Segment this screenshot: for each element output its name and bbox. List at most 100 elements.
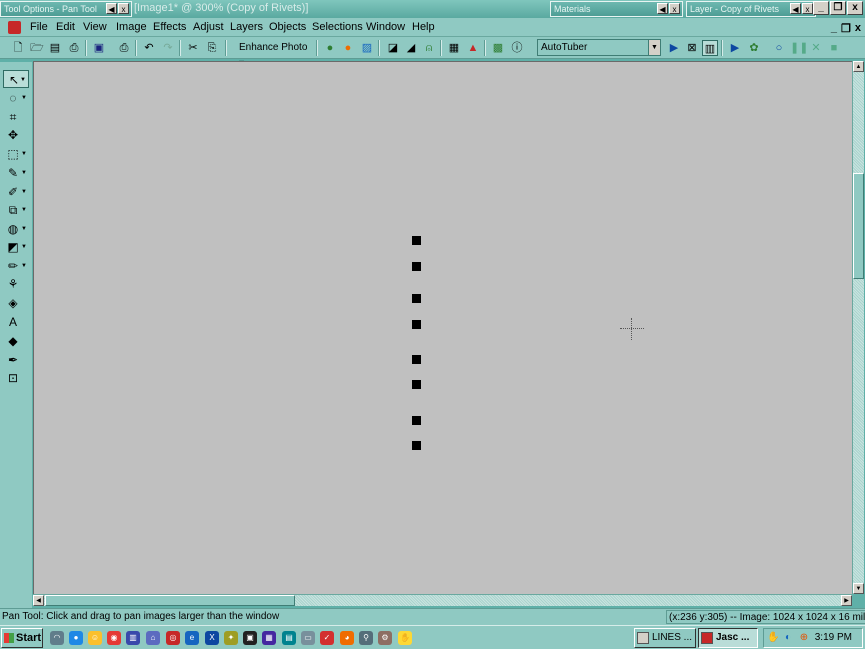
vertical-scroll-thumb[interactable]	[853, 173, 864, 279]
tool-options-palette-tab[interactable]: Tool Options - Pan Tool ◀ x	[0, 1, 132, 17]
taskbar-item-lines[interactable]: LINES ...	[634, 628, 696, 648]
contrast-icon[interactable]: ◢	[403, 40, 419, 56]
tool-dropper[interactable]: ✎ ▼	[3, 164, 29, 182]
tool-picture-tube[interactable]: ✏ ▼	[3, 257, 29, 275]
browse-icon[interactable]: ▤	[47, 40, 63, 56]
mdi-close-button[interactable]: x	[855, 22, 861, 35]
red-eye-icon[interactable]: ●	[340, 40, 356, 56]
restore-button[interactable]: ❐	[830, 1, 846, 15]
triangle-icon[interactable]: ▲	[465, 40, 481, 56]
tool-selection[interactable]: ⬚ ▼	[3, 145, 29, 163]
minimize-button[interactable]: _	[813, 1, 829, 15]
redo-icon[interactable]: ↷	[160, 40, 176, 56]
chart-icon[interactable]: ▥	[126, 631, 140, 645]
chevron-down-icon[interactable]: ▼	[21, 183, 27, 201]
chevron-down-icon[interactable]: ▼	[21, 220, 27, 238]
home-icon[interactable]: ⌂	[146, 631, 160, 645]
chevron-down-icon[interactable]: ▼	[648, 40, 660, 55]
hand-icon[interactable]: ✋	[398, 631, 412, 645]
horizontal-scroll-thumb[interactable]	[45, 595, 295, 606]
scroll-right-icon[interactable]: ▶	[841, 595, 852, 606]
start-button[interactable]: Start	[1, 628, 43, 648]
layer-palette-tab[interactable]: Layer - Copy of Rivets ◀ x	[686, 1, 816, 17]
palette-close-button[interactable]: x	[118, 3, 129, 14]
materials-palette-tab[interactable]: Materials ◀ x	[550, 1, 683, 17]
tool-color-replacer[interactable]: ⚘	[3, 275, 29, 293]
eye-icon[interactable]: ◎	[166, 631, 180, 645]
hand-tray-icon[interactable]: ✋	[767, 632, 779, 644]
scroll-down-icon[interactable]: ▼	[853, 583, 864, 594]
firefox-icon[interactable]: ◕	[340, 631, 354, 645]
menu-image[interactable]: Image	[116, 21, 147, 33]
app-icon[interactable]	[8, 21, 21, 34]
run-script-icon[interactable]: ▶	[666, 40, 682, 56]
settings-icon[interactable]: ⚙	[378, 631, 392, 645]
stop-icon[interactable]: ■	[826, 40, 842, 56]
menu-view[interactable]: View	[83, 21, 107, 33]
image-canvas[interactable]	[33, 61, 852, 594]
palette-rollup-button[interactable]: ◀	[106, 3, 117, 14]
enhance-photo-button[interactable]: Enhance Photo ▾	[235, 40, 313, 69]
tool-move[interactable]: ✥	[3, 126, 29, 144]
messenger-icon[interactable]: ●	[69, 631, 83, 645]
palette-rollup-button[interactable]: ◀	[657, 3, 668, 14]
scroll-up-icon[interactable]: ▲	[853, 61, 864, 72]
cut-icon[interactable]: ✂	[185, 40, 201, 56]
tool-retouch[interactable]: ◍ ▼	[3, 220, 29, 238]
histogram-icon[interactable]: ▦	[446, 40, 462, 56]
layer-icon[interactable]: ◪	[385, 40, 401, 56]
display-icon[interactable]: ▤	[282, 631, 296, 645]
window-icon[interactable]: ▭	[301, 631, 315, 645]
check-icon[interactable]: ✓	[320, 631, 334, 645]
edit-script-icon[interactable]: ⊠	[684, 40, 700, 56]
taskbar-item-jasc[interactable]: Jasc ...	[698, 628, 758, 648]
script-select[interactable]: AutoTuber ▼	[537, 39, 661, 56]
media-icon[interactable]: ▦	[262, 631, 276, 645]
menu-window[interactable]: Window	[366, 21, 405, 33]
people-icon[interactable]: ●	[322, 40, 338, 56]
tool-arrow-pointer[interactable]: ↖ ▼	[3, 70, 29, 88]
tool-freehand-selection[interactable]: ◌ ▼	[3, 89, 29, 107]
tool-paint-brush[interactable]: ✐ ▼	[3, 183, 29, 201]
tool-object-selector[interactable]: ⊡	[3, 369, 29, 387]
menu-help[interactable]: Help	[412, 21, 435, 33]
chevron-down-icon[interactable]: ▼	[21, 201, 27, 219]
horizontal-scrollbar[interactable]: ◀ ▶	[33, 594, 852, 606]
search-icon[interactable]: ⚲	[359, 631, 373, 645]
gear-icon[interactable]: ✿	[746, 40, 762, 56]
mdi-restore-button[interactable]: ❐	[841, 22, 851, 35]
browser-icon[interactable]: e	[185, 631, 199, 645]
smiley-icon[interactable]: ☺	[88, 631, 102, 645]
chevron-down-icon[interactable]: ▼	[21, 164, 27, 182]
network-icon[interactable]: ◠	[50, 631, 64, 645]
pause-icon[interactable]: ❚❚	[790, 40, 808, 56]
menu-effects[interactable]: Effects	[153, 21, 186, 33]
palette-rollup-button[interactable]: ◀	[790, 3, 801, 14]
globe-icon[interactable]: ⊕	[798, 632, 810, 644]
open-folder-icon[interactable]: 🗁	[29, 40, 45, 56]
vertical-scrollbar[interactable]: ▲ ▼	[852, 61, 864, 594]
script-run-icon[interactable]: ▶	[727, 40, 743, 56]
cancel-icon[interactable]: ✕	[808, 40, 824, 56]
x-app-icon[interactable]: X	[205, 631, 219, 645]
copy-icon[interactable]: ⎘	[204, 40, 220, 56]
tool-flood-fill[interactable]: ◈	[3, 294, 29, 312]
menu-file[interactable]: File	[30, 21, 48, 33]
undo-icon[interactable]: ↶	[141, 40, 157, 56]
tool-pen[interactable]: ✒	[3, 351, 29, 369]
chevron-down-icon[interactable]: ▼	[20, 71, 26, 89]
record-icon[interactable]: ○	[771, 40, 787, 56]
psp-icon[interactable]: ▣	[243, 631, 257, 645]
tool-text[interactable]: A	[3, 313, 29, 331]
menu-selections[interactable]: Selections	[312, 21, 363, 33]
tool-preset-shape[interactable]: ◆	[3, 332, 29, 350]
mdi-minimize-button[interactable]: _	[831, 22, 837, 35]
new-file-icon[interactable]: 🗋	[10, 40, 26, 56]
photo-icon[interactable]: ▨	[359, 40, 375, 56]
scroll-left-icon[interactable]: ◀	[33, 595, 44, 606]
chevron-down-icon[interactable]: ▼	[21, 89, 27, 107]
palette-close-button[interactable]: x	[669, 3, 680, 14]
palette-close-button[interactable]: x	[802, 3, 813, 14]
tool-crop[interactable]: ⌗	[3, 108, 29, 126]
shield-icon[interactable]: ◐	[782, 632, 794, 644]
